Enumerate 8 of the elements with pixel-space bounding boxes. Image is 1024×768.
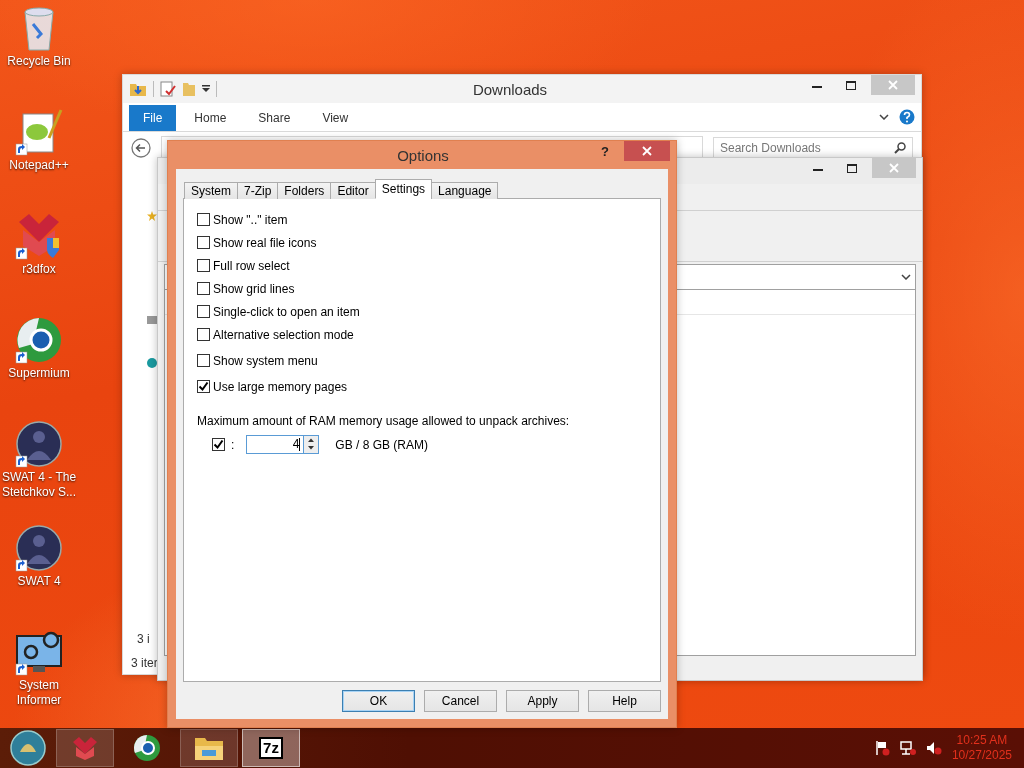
- separator-text: :: [231, 437, 235, 452]
- seven-zip-logo: 7z: [259, 737, 283, 759]
- details-text: 3 i: [137, 632, 150, 646]
- dialog-title: Options: [396, 146, 450, 164]
- status-text: 3 iter: [131, 656, 158, 670]
- unit-text: GB / 8 GB (RAM): [335, 437, 429, 452]
- window-title: Downloads: [471, 80, 549, 98]
- memory-limit-label: Maximum amount of RAM memory usage allowed to unpack archives:: [197, 414, 571, 428]
